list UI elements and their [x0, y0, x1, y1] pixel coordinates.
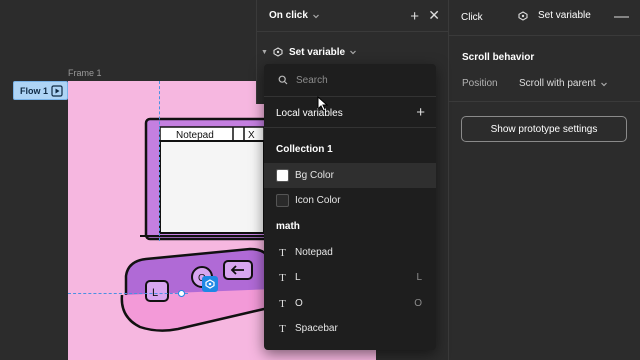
- item-label: O: [295, 298, 303, 309]
- action-summary-label: Set variable: [538, 10, 591, 21]
- variable-hex-icon: [518, 10, 528, 21]
- prototype-properties-panel: Click Set variable — Scroll behavior Pos…: [448, 0, 640, 360]
- collection-header: math: [264, 214, 436, 239]
- color-swatch-icon: [276, 169, 289, 182]
- variable-item[interactable]: T Spacebar: [264, 316, 436, 341]
- text-variable-icon: T: [279, 271, 286, 284]
- text-variable-icon: T: [279, 322, 286, 335]
- text-variable-icon: T: [279, 246, 286, 259]
- variable-value: O: [414, 298, 422, 309]
- action-summary[interactable]: Set variable: [518, 10, 591, 21]
- variable-item[interactable]: TLL: [264, 265, 436, 290]
- item-label: Bg Color: [295, 170, 334, 181]
- position-label: Position: [462, 78, 498, 89]
- keyboard-illustration: L O: [120, 247, 277, 332]
- action-select[interactable]: Set variable: [289, 47, 345, 58]
- variable-hex-icon: [273, 47, 283, 57]
- variable-handle-icon[interactable]: [202, 276, 218, 292]
- frame-label[interactable]: Frame 1: [68, 68, 102, 78]
- notepad-close-text: X: [248, 130, 255, 141]
- variable-item[interactable]: Bg Color: [264, 163, 436, 188]
- text-variable-icon: T: [279, 297, 286, 310]
- close-icon[interactable]: ✕: [428, 7, 440, 24]
- flow-label: Flow 1: [20, 85, 49, 96]
- trigger-select[interactable]: On click: [269, 10, 308, 21]
- variable-value: L: [416, 272, 422, 283]
- variable-item[interactable]: Icon Color: [264, 188, 436, 213]
- search-input[interactable]: [296, 74, 416, 86]
- item-label: Spacebar: [295, 323, 338, 334]
- position-value: Scroll with parent: [519, 78, 596, 89]
- props-header: Click Set variable —: [449, 0, 640, 36]
- play-icon[interactable]: [51, 85, 63, 97]
- scroll-behavior-title: Scroll behavior: [462, 52, 535, 63]
- variable-item[interactable]: T Notepad: [264, 240, 436, 265]
- item-label: math: [276, 221, 300, 232]
- chevron-down-icon[interactable]: [600, 80, 608, 88]
- search-row: [264, 64, 436, 97]
- expand-triangle-icon[interactable]: ▼: [261, 49, 268, 56]
- connection-node[interactable]: [178, 290, 185, 297]
- item-label: L: [295, 272, 301, 283]
- chevron-down-icon[interactable]: [312, 12, 320, 20]
- notepad-illustration: Notepad X: [140, 117, 276, 241]
- interaction-header: On click + ✕: [257, 0, 449, 32]
- add-interaction-button[interactable]: +: [410, 8, 419, 25]
- chevron-down-icon[interactable]: [349, 48, 357, 56]
- variable-picker-dropdown: Local variables + Collection 1 Bg Color Ic…: [264, 64, 436, 350]
- add-variable-button[interactable]: +: [416, 104, 425, 121]
- notepad-title-text: Notepad: [176, 130, 214, 141]
- color-swatch-icon: [276, 194, 289, 207]
- layout-guide-vertical: [159, 81, 160, 241]
- position-select[interactable]: Scroll with parent: [519, 78, 608, 89]
- local-variables-label: Local variables: [276, 108, 343, 119]
- divider: [449, 101, 640, 102]
- flow-start-badge[interactable]: Flow 1: [13, 81, 68, 100]
- local-variables-row: Local variables +: [264, 100, 436, 128]
- layout-guide-horizontal: [68, 293, 188, 294]
- variable-item[interactable]: TOO: [264, 291, 436, 316]
- remove-interaction-button[interactable]: —: [614, 8, 629, 25]
- item-label: Collection 1: [276, 144, 333, 155]
- trigger-label[interactable]: Click: [461, 12, 483, 23]
- item-label: Notepad: [295, 247, 333, 258]
- item-label: Icon Color: [295, 195, 341, 206]
- search-icon: [278, 75, 288, 85]
- show-prototype-settings-button[interactable]: Show prototype settings: [461, 116, 627, 142]
- action-row[interactable]: ▼ Set variable: [257, 40, 449, 64]
- collection-header: Collection 1: [264, 137, 436, 162]
